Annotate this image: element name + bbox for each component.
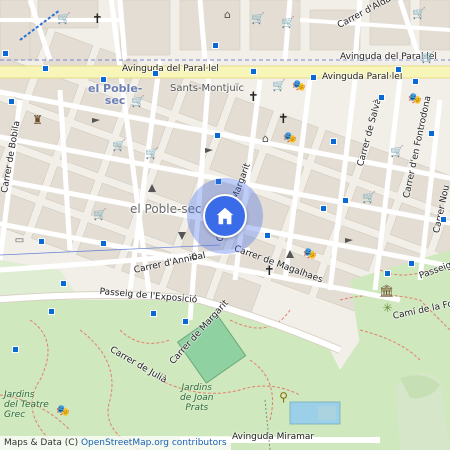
shopping-cart-icon[interactable]: 🛒 xyxy=(362,192,376,203)
bus-stop-icon[interactable] xyxy=(395,66,402,73)
bus-stop-icon[interactable] xyxy=(150,310,157,317)
viewpoint-icon[interactable]: ⚲ xyxy=(278,391,289,403)
bus-stop-icon[interactable] xyxy=(12,346,19,353)
shopping-cart-icon[interactable]: 🛒 xyxy=(412,8,426,19)
bus-stop-icon[interactable] xyxy=(100,240,107,247)
shopping-cart-icon[interactable]: 🛒 xyxy=(390,146,404,157)
bus-stop-icon[interactable] xyxy=(320,205,327,212)
church-cross-icon[interactable]: ✝ xyxy=(278,113,289,126)
map-attribution: Maps & Data (C) OpenStreetMap.org contri… xyxy=(0,436,231,450)
map-view[interactable]: el Poble- sec Sants-Montjuïc el Poble-se… xyxy=(0,0,450,450)
shopping-cart-icon[interactable]: 🛒 xyxy=(281,17,295,28)
theatre-masks-icon[interactable]: 🎭 xyxy=(408,93,422,104)
theatre-masks-icon[interactable]: 🎭 xyxy=(292,80,306,91)
bus-stop-icon[interactable] xyxy=(2,50,9,57)
theatre-masks-icon[interactable]: 🎭 xyxy=(56,405,70,416)
church-cross-icon[interactable]: ✝ xyxy=(248,91,259,104)
shopping-cart-icon[interactable]: 🛒 xyxy=(421,52,435,63)
bus-stop-icon[interactable] xyxy=(378,94,385,101)
bus-stop-icon[interactable] xyxy=(38,238,45,245)
bus-stop-icon[interactable] xyxy=(408,260,415,267)
home-location-icon[interactable] xyxy=(203,194,247,238)
theatre-masks-icon[interactable]: 🎭 xyxy=(303,248,317,259)
bus-stop-icon[interactable] xyxy=(48,308,55,315)
bus-stop-icon[interactable] xyxy=(212,42,219,49)
townhall-icon[interactable]: ⌂ xyxy=(189,250,200,261)
shopping-cart-icon[interactable]: 🛒 xyxy=(57,13,71,24)
bus-stop-icon[interactable] xyxy=(330,138,337,145)
bus-stop-icon[interactable] xyxy=(182,318,189,325)
bus-stop-icon[interactable] xyxy=(214,132,221,139)
bus-stop-icon[interactable] xyxy=(428,130,435,137)
home-icon xyxy=(216,207,234,225)
shopping-cart-icon[interactable]: 🛒 xyxy=(131,96,145,107)
attribution-link[interactable]: OpenStreetMap.org contributors xyxy=(81,438,227,448)
theatre-masks-icon[interactable]: 🎭 xyxy=(283,132,297,143)
bus-stop-icon[interactable] xyxy=(250,68,257,75)
townhall-icon[interactable]: ⌂ xyxy=(260,133,271,144)
bus-stop-icon[interactable] xyxy=(100,76,107,83)
garden-icon[interactable]: ✳ xyxy=(382,302,393,314)
bus-stop-icon[interactable] xyxy=(8,98,15,105)
shopping-cart-icon[interactable]: 🛒 xyxy=(112,140,126,151)
townhall-icon[interactable]: ⌂ xyxy=(222,9,233,20)
shopping-cart-icon[interactable]: 🛒 xyxy=(93,209,107,220)
parking-icon[interactable]: ▭ xyxy=(14,235,25,246)
shopping-cart-icon[interactable]: 🛒 xyxy=(272,80,286,91)
bus-stop-icon[interactable] xyxy=(440,216,447,223)
bus-stop-icon[interactable] xyxy=(60,280,67,287)
shopping-cart-icon[interactable]: 🛒 xyxy=(145,148,159,159)
bus-stop-icon[interactable] xyxy=(42,65,49,72)
bus-stop-icon[interactable] xyxy=(342,197,349,204)
attribution-prefix: Maps & Data (C) xyxy=(4,438,81,448)
church-cross-icon[interactable]: ✝ xyxy=(264,265,275,278)
bus-stop-icon[interactable] xyxy=(412,78,419,85)
museum-icon[interactable]: 🏛 xyxy=(379,285,394,297)
church-cross-icon[interactable]: ✝ xyxy=(92,13,103,26)
bus-stop-icon[interactable] xyxy=(264,232,271,239)
monument-icon[interactable]: ♜ xyxy=(32,114,43,126)
bus-stop-icon[interactable] xyxy=(310,74,317,81)
bus-stop-icon[interactable] xyxy=(152,70,159,77)
shopping-cart-icon[interactable]: 🛒 xyxy=(251,13,265,24)
bus-stop-icon[interactable] xyxy=(384,270,391,277)
